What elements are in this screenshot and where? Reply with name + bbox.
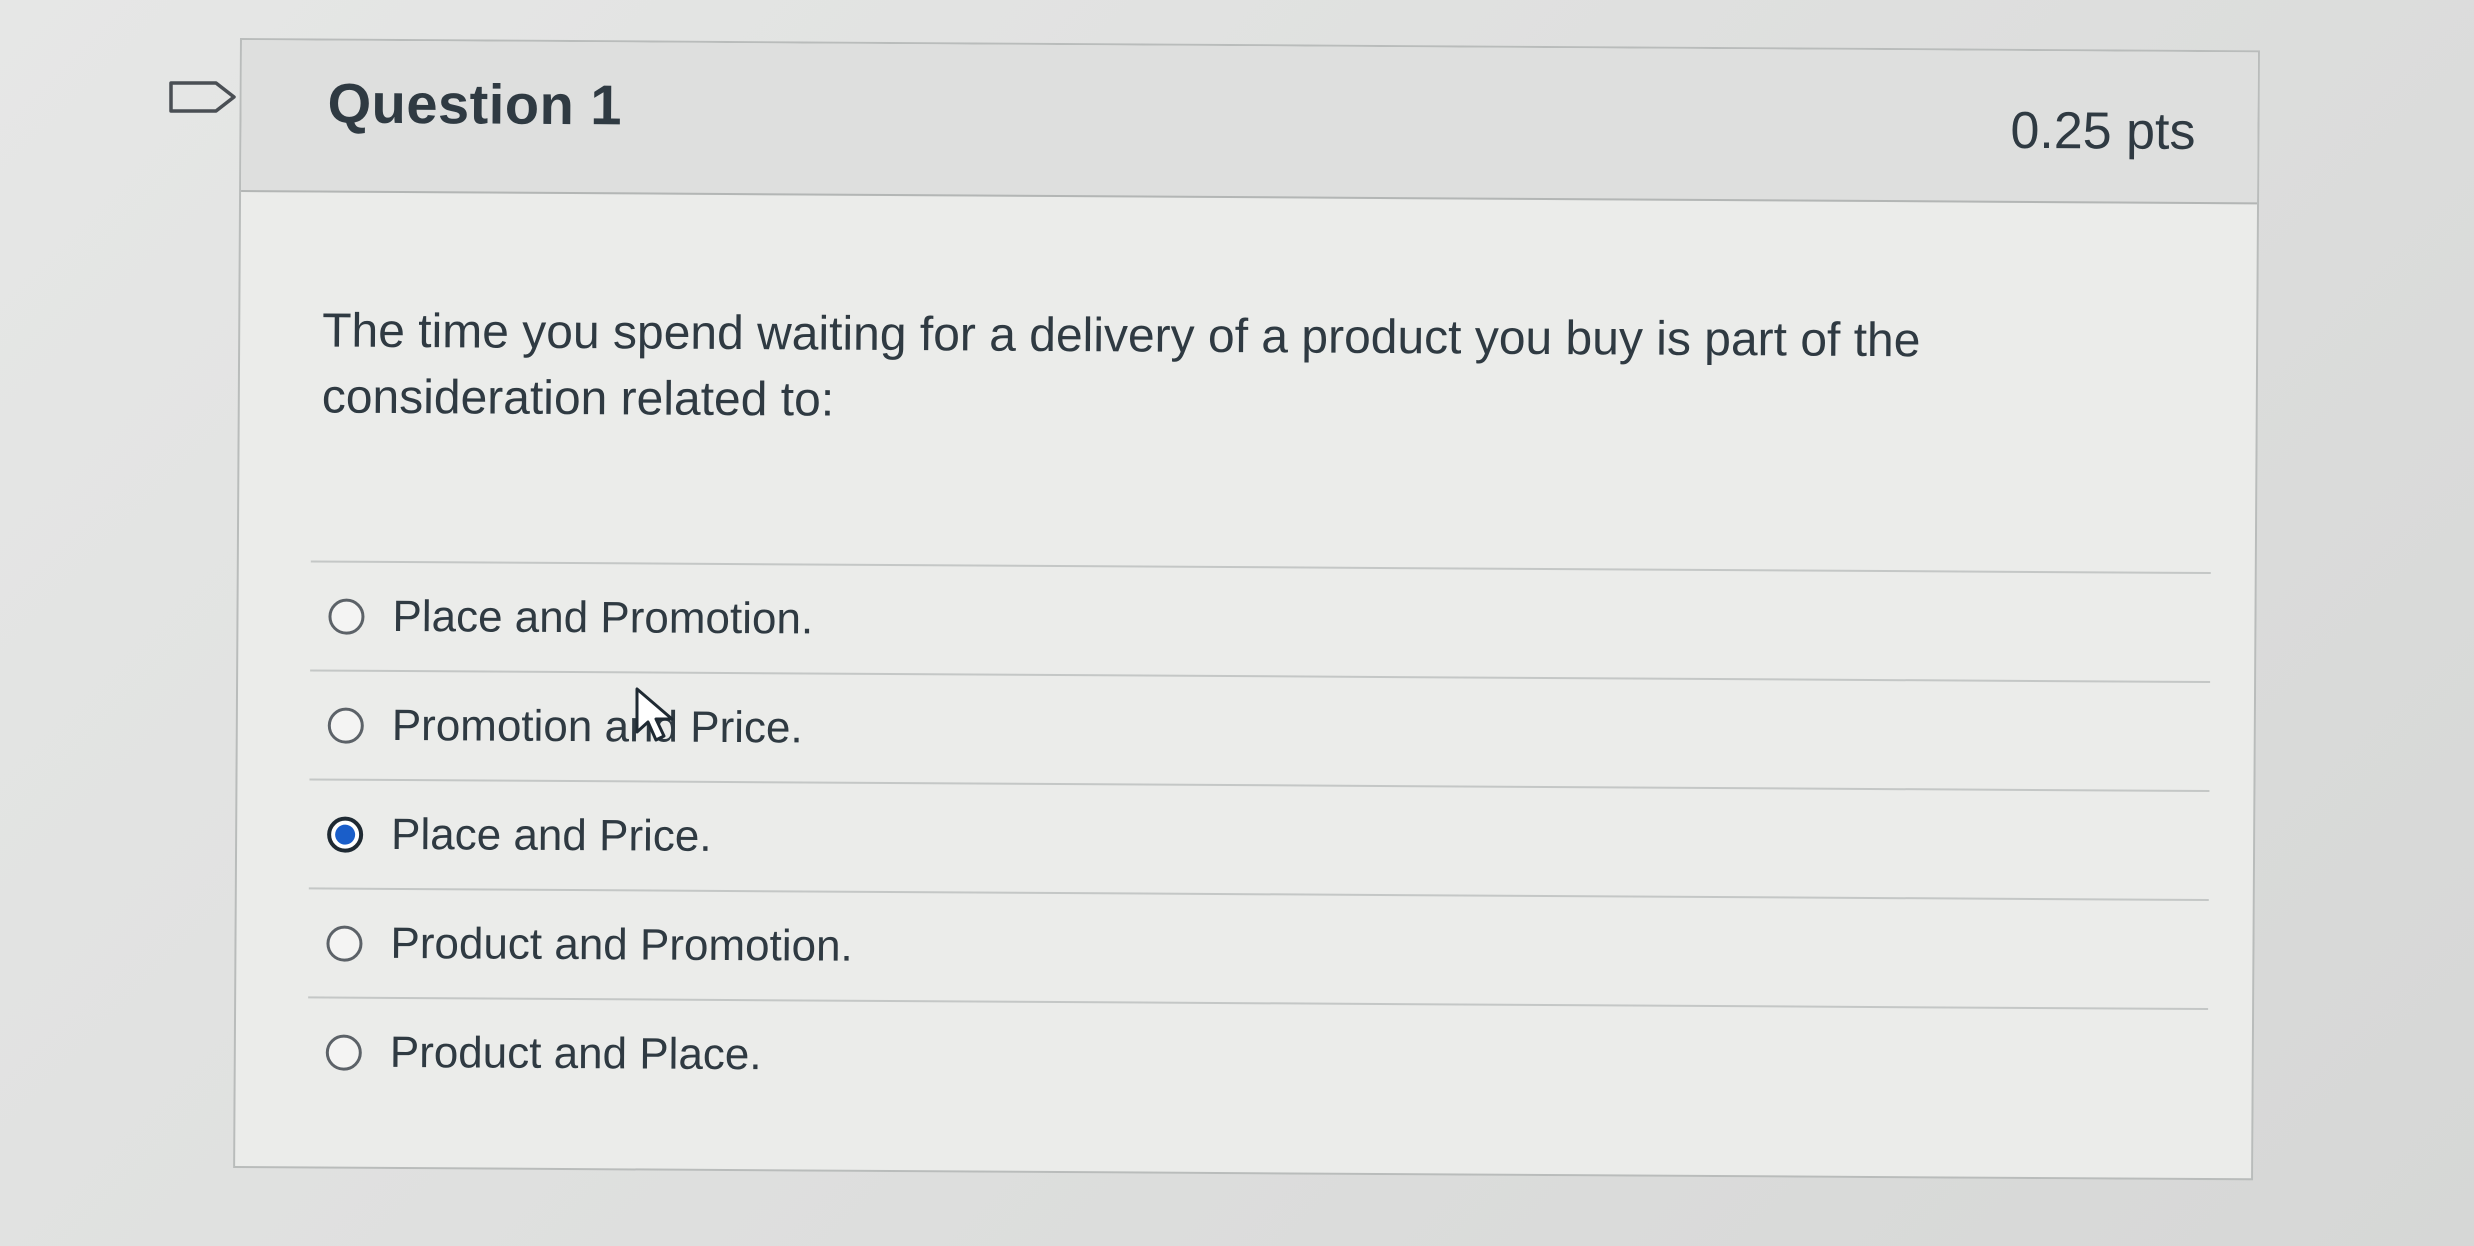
answer-label: Product and Promotion. [390,918,853,971]
question-text: The time you spend waiting for a deliver… [321,304,1921,427]
answer-label: Promotion and Price. [391,700,803,752]
question-header: Question 1 0.25 pts [241,40,2258,205]
answer-option[interactable]: Promotion and Price. [309,669,2211,791]
radio-button[interactable] [327,707,364,744]
radio-button[interactable] [326,925,363,962]
answer-list: Place and Promotion. Promotion and Price… [307,560,2211,1118]
radio-button-selected[interactable] [327,816,364,853]
answer-label: Place and Price. [390,809,712,861]
answer-label: Place and Promotion. [392,591,814,644]
answer-option[interactable]: Product and Promotion. [308,887,2209,1009]
radio-button[interactable] [325,1034,362,1071]
mouse-pointer-icon [635,687,674,742]
answer-option[interactable]: Place and Promotion. [310,560,2211,682]
radio-button[interactable] [328,598,365,635]
question-title: Question 1 [327,71,623,137]
answer-option-selected[interactable]: Place and Price. [308,778,2210,900]
flag-question-icon[interactable] [168,80,238,114]
question-card: Question 1 0.25 pts The time you spend w… [233,38,2260,1181]
answer-label: Product and Place. [389,1027,762,1079]
answer-option[interactable]: Product and Place. [307,996,2209,1118]
question-points: 0.25 pts [2010,101,2196,161]
